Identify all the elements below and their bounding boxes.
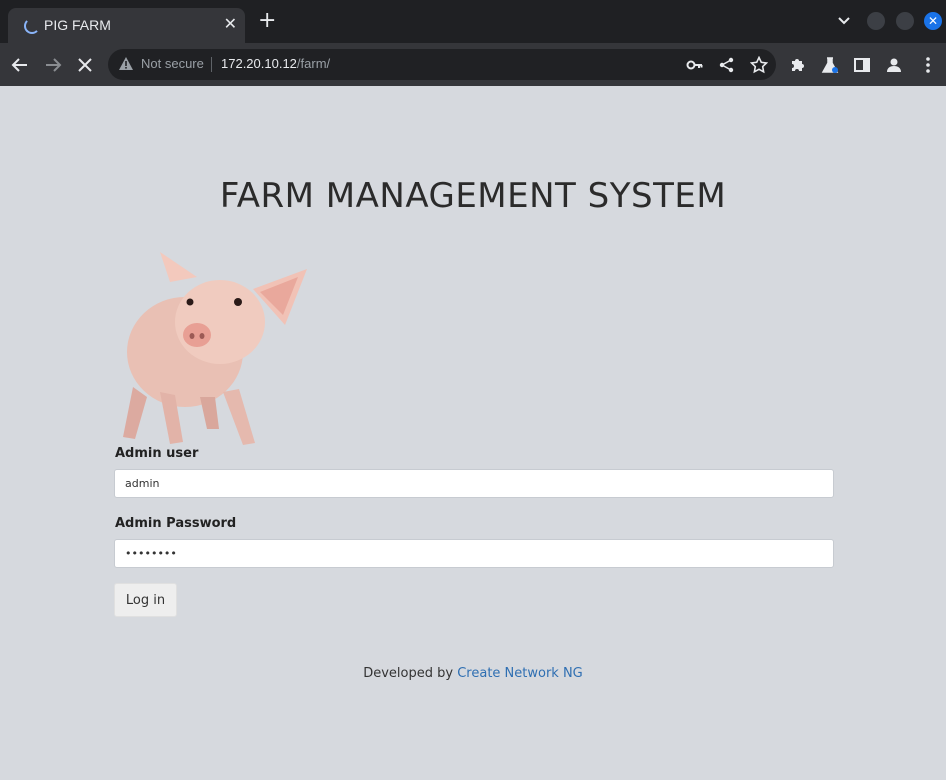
admin-user-input[interactable] bbox=[114, 469, 834, 498]
key-icon[interactable] bbox=[686, 56, 704, 74]
arrow-left-icon[interactable] bbox=[10, 55, 30, 75]
admin-password-label: Admin Password bbox=[115, 516, 237, 531]
login-button[interactable]: Log in bbox=[114, 583, 177, 617]
developer-link[interactable]: Create Network NG bbox=[457, 666, 583, 681]
address-bar[interactable]: Not secure 172.20.10.12/farm/ bbox=[108, 49, 776, 80]
tab-title: PIG FARM bbox=[44, 17, 111, 33]
new-tab-button[interactable]: + bbox=[258, 10, 276, 32]
url-path: /farm/ bbox=[296, 56, 331, 71]
tab-search-chevron-icon[interactable] bbox=[836, 14, 852, 28]
loading-spinner-icon bbox=[24, 18, 40, 34]
arrow-right-icon[interactable] bbox=[43, 55, 63, 75]
page-title: FARM MANAGEMENT SYSTEM bbox=[219, 176, 727, 216]
warning-icon[interactable] bbox=[118, 56, 134, 72]
browser-tab[interactable]: PIG FARM ✕ bbox=[8, 8, 245, 43]
maximize-button[interactable] bbox=[896, 12, 914, 30]
url-text[interactable]: 172.20.10.12/farm/ bbox=[221, 56, 330, 71]
footer-prefix: Developed by bbox=[363, 666, 454, 681]
minimize-button[interactable] bbox=[867, 12, 885, 30]
admin-user-label: Admin user bbox=[115, 446, 199, 461]
stop-loading-icon[interactable] bbox=[75, 55, 95, 75]
security-status[interactable]: Not secure bbox=[141, 56, 204, 71]
profile-icon[interactable] bbox=[884, 55, 904, 75]
star-icon[interactable] bbox=[750, 56, 768, 74]
pig-image bbox=[123, 252, 307, 445]
side-panel-icon[interactable] bbox=[852, 55, 872, 75]
puzzle-icon[interactable] bbox=[788, 55, 808, 75]
url-host: 172.20.10.12 bbox=[221, 56, 297, 71]
flask-icon[interactable] bbox=[820, 55, 840, 75]
browser-toolbar: Not secure 172.20.10.12/farm/ bbox=[0, 43, 946, 86]
footer: Developed by Create Network NG bbox=[0, 666, 946, 681]
kebab-menu-icon[interactable] bbox=[918, 55, 938, 75]
share-icon[interactable] bbox=[718, 56, 736, 74]
admin-password-input[interactable] bbox=[114, 539, 834, 568]
tab-close-icon[interactable]: ✕ bbox=[224, 14, 237, 33]
browser-tab-strip: PIG FARM ✕ + ✕ bbox=[0, 0, 946, 43]
window-close-button[interactable]: ✕ bbox=[924, 12, 942, 30]
address-separator bbox=[211, 57, 212, 72]
